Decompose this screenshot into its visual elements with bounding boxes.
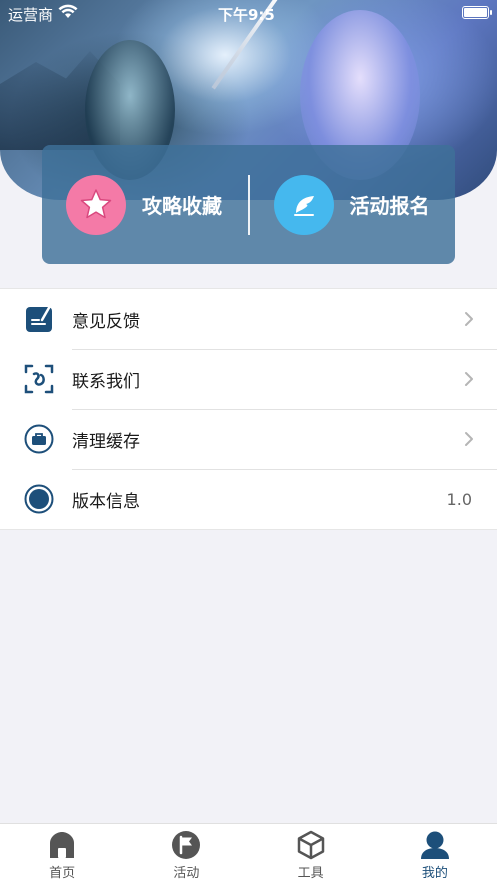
- home-icon: [46, 830, 78, 860]
- contact-scan-icon: [24, 364, 54, 394]
- version-number: 1.0: [446, 489, 472, 509]
- feedback-edit-icon: [24, 304, 54, 334]
- action-label: 攻略收藏: [142, 194, 222, 218]
- flag-icon: [170, 830, 202, 860]
- feather-pen-icon: [273, 174, 334, 235]
- bottom-tab-bar: 首页 活动 工具 我的: [0, 823, 497, 883]
- action-divider: [247, 174, 250, 235]
- clear-cache-icon: [24, 424, 54, 454]
- tab-label: 工具: [297, 866, 324, 881]
- version-info-icon: [24, 484, 54, 514]
- tab-tools[interactable]: 工具: [249, 824, 373, 883]
- settings-list: 意见反馈 联系我们 清理缓存 版本信息 1.0: [0, 288, 497, 530]
- chevron-right-icon: [463, 429, 475, 449]
- battery-icon: [462, 6, 492, 19]
- carrier-label: 运营商: [8, 6, 54, 24]
- action-event-signup[interactable]: 活动报名: [250, 145, 456, 264]
- tab-label: 活动: [173, 866, 200, 881]
- action-label: 活动报名: [349, 194, 430, 218]
- clock: 下午9:5: [218, 6, 275, 24]
- menu-item-label: 版本信息: [72, 491, 140, 512]
- chevron-right-icon: [463, 309, 475, 329]
- menu-item-version-info[interactable]: 版本信息 1.0: [0, 469, 497, 529]
- menu-item-label: 联系我们: [72, 371, 140, 392]
- menu-item-label: 意见反馈: [72, 311, 140, 332]
- star-icon: [66, 174, 126, 235]
- quick-actions-card: 攻略收藏 活动报名: [42, 145, 455, 264]
- menu-item-clear-cache[interactable]: 清理缓存: [0, 409, 497, 469]
- tab-mine[interactable]: 我的: [373, 824, 497, 883]
- action-guide-favorites[interactable]: 攻略收藏: [42, 145, 248, 264]
- tab-home[interactable]: 首页: [0, 824, 124, 883]
- menu-item-contact-us[interactable]: 联系我们: [0, 349, 497, 409]
- tab-label: 我的: [421, 866, 448, 881]
- cube-icon: [295, 830, 327, 860]
- tab-activity[interactable]: 活动: [124, 824, 248, 883]
- menu-item-label: 清理缓存: [72, 431, 140, 452]
- tab-label: 首页: [49, 866, 76, 881]
- chevron-right-icon: [463, 369, 475, 389]
- status-bar: 运营商 下午9:5: [0, 0, 497, 26]
- user-icon: [419, 830, 451, 860]
- wifi-icon: [58, 4, 78, 24]
- menu-item-feedback[interactable]: 意见反馈: [0, 289, 497, 349]
